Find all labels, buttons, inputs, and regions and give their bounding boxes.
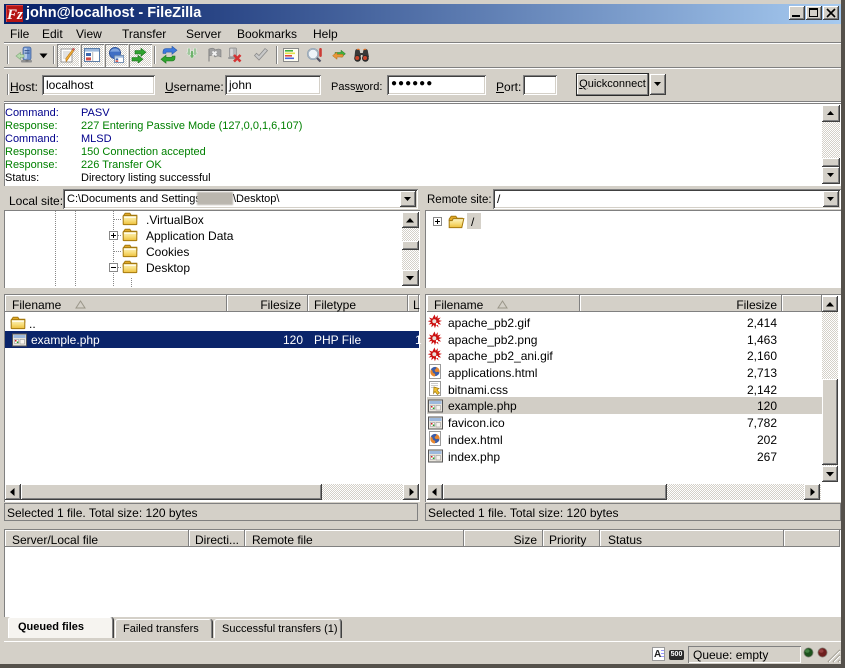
svg-text:Fz: Fz	[6, 7, 23, 22]
